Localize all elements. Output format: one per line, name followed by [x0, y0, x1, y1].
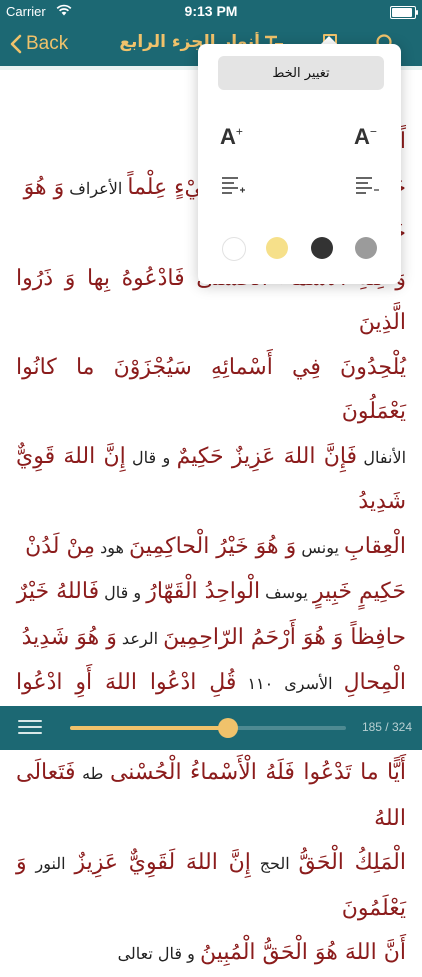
battery-icon [390, 6, 418, 19]
plus-symbol: + [235, 124, 243, 139]
quran-verse-text: فَاللهُ خَيْرٌ [16, 579, 100, 604]
theme-white-swatch[interactable] [222, 237, 246, 261]
narration-text: الأسرى ١١٠ [236, 674, 344, 693]
quran-verse-text: حافِظاً وَ هُوَ أَرْحَمُ الرّاحِمِينَ [163, 624, 406, 650]
narration-text: الرعد [116, 628, 164, 648]
clock: 9:13 PM [184, 3, 238, 19]
quran-verse-text: وَ هُوَ شَدِيدُ [21, 624, 117, 650]
text-line: حافِظاً وَ هُوَ أَرْحَمُ الرّاحِمِينَ ال… [16, 616, 406, 662]
narration-text: و قال تعالى [117, 944, 200, 963]
quran-verse-text: الْمَلِكُ الْحَقُّ [298, 850, 406, 875]
page-slider-thumb[interactable] [217, 718, 238, 738]
back-label: Back [26, 33, 69, 54]
theme-sepia-swatch[interactable] [266, 237, 288, 259]
font-letter-large: A [220, 124, 236, 149]
quran-verse-text: الْمِحالِ [343, 670, 406, 695]
change-font-button[interactable]: تغيير الخط [218, 56, 384, 90]
narration-text: الحج [250, 854, 299, 873]
narration-text: هود [95, 537, 130, 557]
quran-verse-text: وَ هُوَ خَيْرُ الْحاكِمِينَ [129, 533, 297, 559]
quran-verse-text: الْعِقابِ [344, 533, 406, 559]
theme-gray-swatch[interactable] [355, 237, 377, 259]
text-line: الْمَلِكُ الْحَقُّ الحج إِنَّ اللهَ لَقَ… [16, 841, 406, 931]
back-button[interactable]: Back [10, 30, 68, 58]
text-line: الأنفال فَإِنَّ اللهَ عَزِيزٌ حَكِيمٌ و … [16, 435, 406, 525]
font-letter-small: A [354, 124, 370, 149]
theme-dark-swatch[interactable] [311, 237, 333, 259]
page-slider-fill [70, 726, 228, 730]
quran-verse-text: حَكِيمٍ خَبِيرٍ [312, 579, 406, 604]
table-of-contents-icon[interactable] [18, 720, 42, 736]
quran-verse-text: الْواحِدُ الْقَهّارُ [146, 579, 261, 604]
increase-line-spacing-icon[interactable] [220, 174, 246, 198]
decrease-font-size-button[interactable]: A− [354, 124, 377, 150]
quran-verse-text: أَيًّا ما تَدْعُوا فَلَهُ الْأَسْماءُ ال… [109, 760, 406, 785]
text-line: أَيًّا ما تَدْعُوا فَلَهُ الْأَسْماءُ ال… [16, 751, 406, 841]
decrease-line-spacing-icon[interactable] [354, 174, 380, 198]
narration-text: يونس [296, 537, 345, 557]
text-line: أَنَّ اللهَ هُوَ الْحَقُّ الْمُبِينُ و ق… [16, 931, 406, 977]
text-line: يُلْحِدُونَ فِي أَسْمائِهِ سَيُجْزَوْنَ … [16, 346, 406, 435]
minus-symbol: − [369, 124, 377, 139]
quran-verse-text: إِنَّ اللهَ لَقَوِيٌّ عَزِيزٌ [74, 850, 251, 875]
narration-text: و قال [99, 583, 147, 602]
text-line: حَكِيمٍ خَبِيرٍ يوسف الْواحِدُ الْقَهّار… [16, 570, 406, 616]
page-slider[interactable] [70, 718, 346, 738]
narration-text: و قال [125, 447, 177, 467]
text-settings-popover: تغيير الخط A+ A− [198, 44, 401, 284]
quran-verse-text: وَ هُوَ [23, 174, 65, 200]
page-counter: 185 / 324 [361, 720, 412, 734]
narration-text: الأنفال [357, 447, 407, 467]
increase-font-size-button[interactable]: A+ [220, 124, 243, 150]
bottom-toolbar: 185 / 324 [0, 706, 422, 750]
narration-text: الأعراف [64, 178, 128, 198]
status-bar: Carrier 9:13 PM [0, 0, 422, 22]
quran-verse-text: يُلْحِدُونَ فِي أَسْمائِهِ سَيُجْزَوْنَ … [16, 354, 406, 425]
text-line: الْعِقابِ يونس وَ هُوَ خَيْرُ الْحاكِمِي… [16, 525, 406, 571]
quran-verse-text: أَنَّ اللهَ هُوَ الْحَقُّ الْمُبِينُ [199, 940, 406, 965]
narration-text: يوسف [260, 583, 313, 602]
quran-verse-text: فَإِنَّ اللهَ عَزِيزٌ حَكِيمٌ [176, 443, 358, 469]
quran-verse-text: مِنْ لَدُنْ [25, 533, 96, 559]
narration-text: طه [75, 764, 110, 783]
narration-text: النور [26, 854, 75, 873]
chevron-left-icon [10, 34, 22, 54]
